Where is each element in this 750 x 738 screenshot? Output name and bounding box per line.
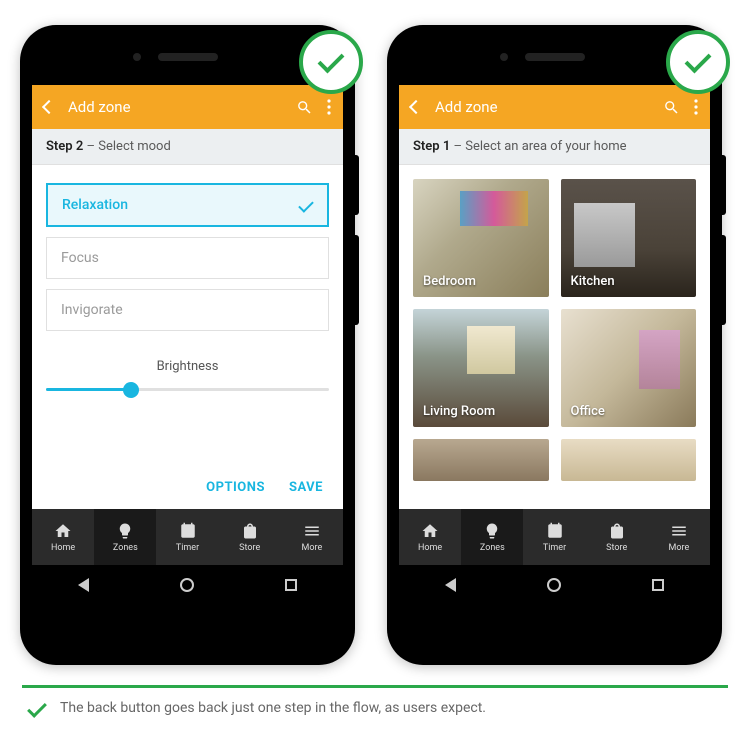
app-bar: Add zone — [32, 85, 343, 129]
search-button[interactable] — [296, 99, 313, 116]
tile-label: Kitchen — [571, 274, 615, 289]
app-bar-title: Add zone — [68, 98, 282, 116]
nav-more[interactable]: More — [648, 509, 710, 565]
screen: Add zone Step 2 – Select mood Relaxation — [32, 85, 343, 605]
nav-store[interactable]: Store — [586, 509, 648, 565]
check-icon — [27, 698, 47, 718]
mood-label: Relaxation — [62, 197, 128, 213]
area-tile-bedroom[interactable]: Bedroom — [413, 179, 549, 297]
back-button[interactable] — [44, 102, 54, 112]
nav-label: Zones — [113, 543, 138, 553]
android-system-nav — [32, 565, 343, 605]
area-tile-office[interactable]: Office — [561, 309, 697, 427]
nav-label: More — [669, 543, 690, 553]
tile-label: Living Room — [423, 404, 495, 419]
slider-fill — [46, 388, 131, 391]
step-number: Step 2 — [46, 139, 83, 154]
caption-block: The back button goes back just one step … — [22, 685, 728, 716]
nav-home[interactable]: Home — [399, 509, 461, 565]
area-tile-partial[interactable] — [561, 439, 697, 481]
step-description: – Select mood — [87, 139, 171, 154]
approved-badge — [299, 30, 363, 94]
overflow-menu-button[interactable] — [694, 99, 698, 115]
slider-thumb[interactable] — [123, 382, 139, 398]
nav-label: Store — [239, 543, 260, 553]
brightness-block: Brightness — [46, 359, 329, 391]
mood-label: Focus — [61, 250, 99, 266]
nav-label: Timer — [543, 543, 566, 553]
phone-camera — [500, 53, 508, 61]
caption-divider — [22, 685, 728, 688]
sys-recents-button[interactable] — [285, 579, 297, 591]
step-header: Step 2 – Select mood — [32, 129, 343, 165]
step-description: – Select an area of your home — [454, 139, 627, 154]
phone-speaker — [158, 53, 218, 61]
save-button[interactable]: SAVE — [289, 480, 323, 495]
check-icon — [318, 47, 345, 74]
caption-text: The back button goes back just one step … — [60, 700, 486, 716]
brightness-label: Brightness — [46, 359, 329, 374]
area-tile-living-room[interactable]: Living Room — [413, 309, 549, 427]
nav-timer[interactable]: Timer — [523, 509, 585, 565]
sys-recents-button[interactable] — [652, 579, 664, 591]
sys-home-button[interactable] — [547, 578, 561, 592]
phone-speaker — [525, 53, 585, 61]
search-button[interactable] — [663, 99, 680, 116]
mood-label: Invigorate — [61, 302, 123, 318]
app-bar: Add zone — [399, 85, 710, 129]
overflow-menu-button[interactable] — [327, 99, 331, 115]
step-header: Step 1 – Select an area of your home — [399, 129, 710, 165]
mood-option-focus[interactable]: Focus — [46, 237, 329, 279]
bottom-nav: Home Zones Timer Store More — [399, 509, 710, 565]
mood-option-invigorate[interactable]: Invigorate — [46, 289, 329, 331]
check-icon — [685, 47, 712, 74]
android-system-nav — [399, 565, 710, 605]
sys-back-button[interactable] — [445, 578, 456, 592]
nav-zones[interactable]: Zones — [94, 509, 156, 565]
nav-label: Home — [51, 543, 75, 553]
area-tile-partial[interactable] — [413, 439, 549, 481]
mood-option-relaxation[interactable]: Relaxation — [46, 183, 329, 227]
chevron-left-icon — [42, 100, 56, 114]
phone-right: Add zone Step 1 – Select an area of your… — [387, 25, 722, 665]
area-tile-kitchen[interactable]: Kitchen — [561, 179, 697, 297]
back-button[interactable] — [411, 102, 421, 112]
screen: Add zone Step 1 – Select an area of your… — [399, 85, 710, 605]
nav-zones[interactable]: Zones — [461, 509, 523, 565]
tile-label: Bedroom — [423, 274, 476, 289]
nav-label: Store — [606, 543, 627, 553]
caption-row: The back button goes back just one step … — [22, 700, 728, 716]
nav-timer[interactable]: Timer — [156, 509, 218, 565]
phone-camera — [133, 53, 141, 61]
nav-label: More — [302, 543, 323, 553]
nav-label: Home — [418, 543, 442, 553]
nav-store[interactable]: Store — [219, 509, 281, 565]
nav-label: Zones — [480, 543, 505, 553]
content-area: Bedroom Kitchen Living Room Office — [399, 165, 710, 509]
step-number: Step 1 — [413, 139, 450, 154]
sys-back-button[interactable] — [78, 578, 89, 592]
approved-badge — [666, 30, 730, 94]
nav-label: Timer — [176, 543, 199, 553]
tile-label: Office — [571, 404, 605, 419]
mood-list: Relaxation Focus Invigorate — [46, 183, 329, 331]
area-grid: Bedroom Kitchen Living Room Office — [413, 179, 696, 481]
chevron-left-icon — [409, 100, 423, 114]
bottom-nav: Home Zones Timer Store More — [32, 509, 343, 565]
options-button[interactable]: OPTIONS — [206, 480, 265, 495]
action-row: OPTIONS SAVE — [46, 464, 329, 509]
brightness-slider[interactable] — [46, 388, 329, 391]
sys-home-button[interactable] — [180, 578, 194, 592]
content-area: Relaxation Focus Invigorate Brightness — [32, 165, 343, 509]
phone-left: Add zone Step 2 – Select mood Relaxation — [20, 25, 355, 665]
nav-home[interactable]: Home — [32, 509, 94, 565]
check-icon — [298, 197, 314, 213]
app-bar-title: Add zone — [435, 98, 649, 116]
nav-more[interactable]: More — [281, 509, 343, 565]
